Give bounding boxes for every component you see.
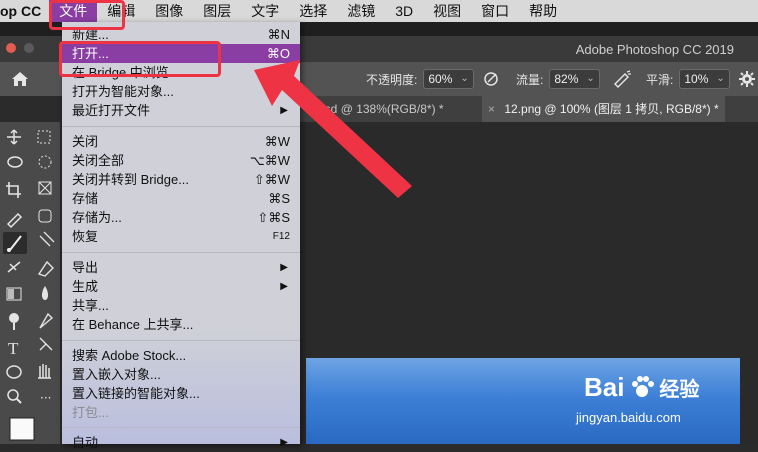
annotation-arrow-icon	[254, 60, 412, 198]
